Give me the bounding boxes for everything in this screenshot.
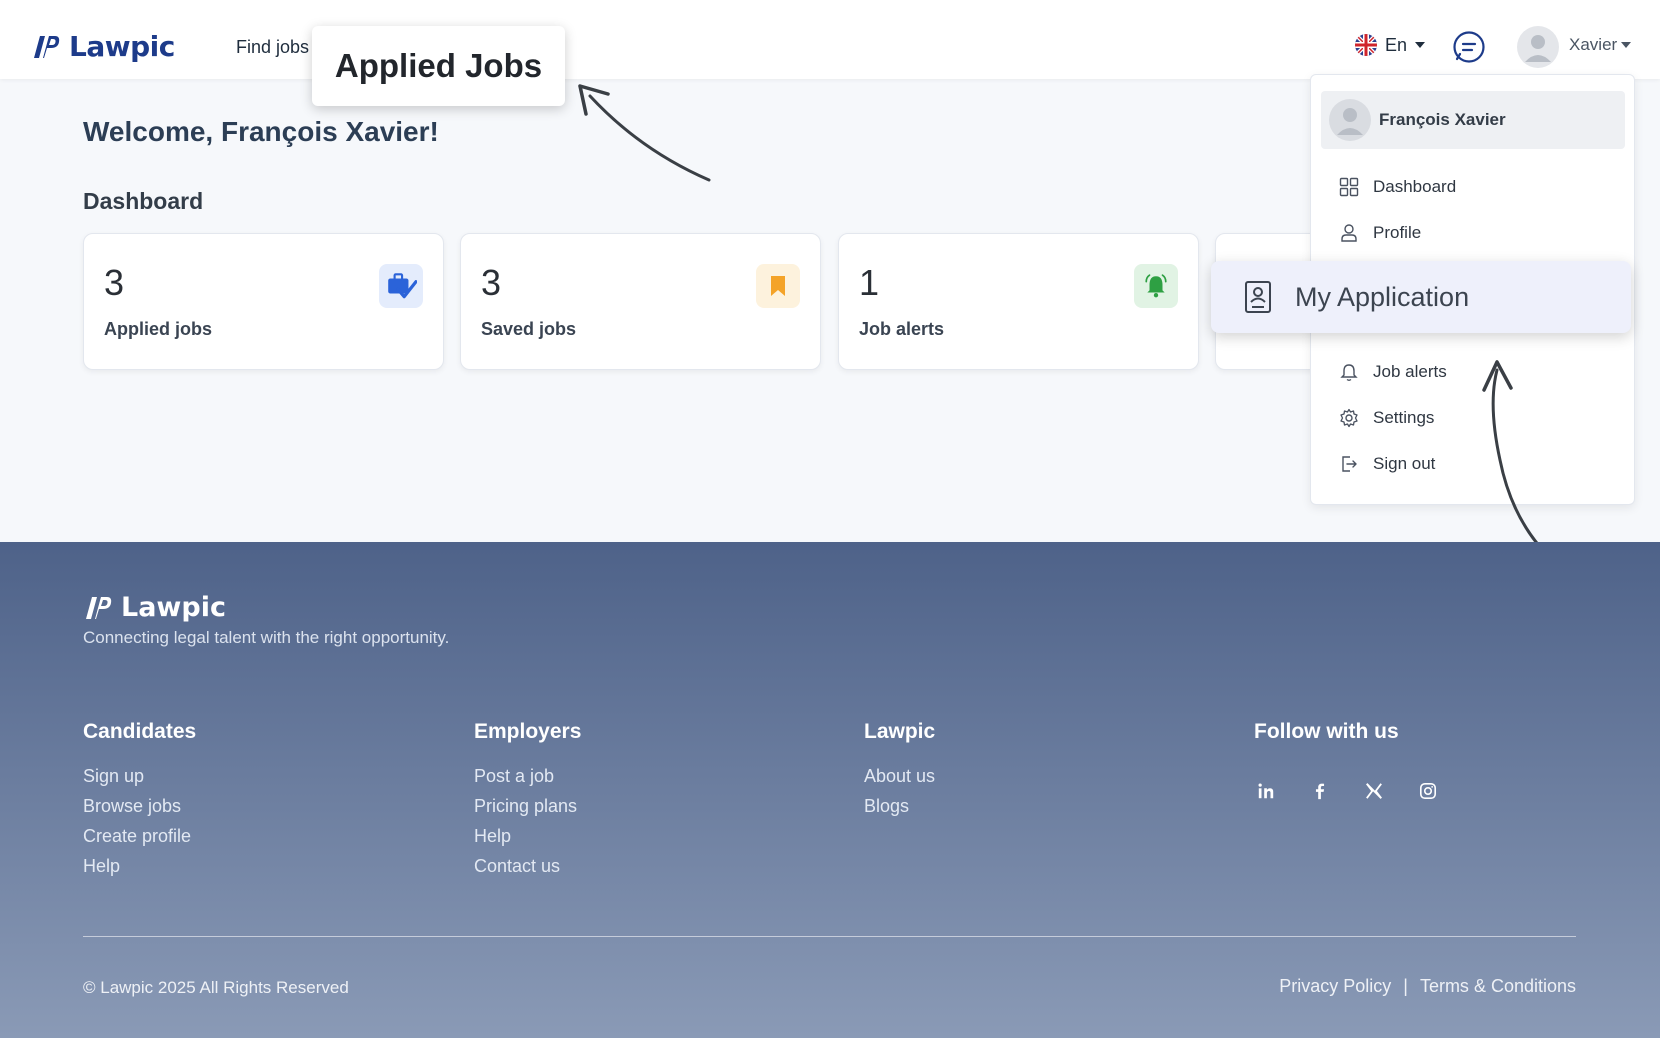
dropdown-item-label: Job alerts [1373,362,1447,381]
stat-label: Applied jobs [104,319,212,339]
briefcase-check-icon [379,264,423,308]
footer-link-post-job[interactable]: Post a job [474,766,581,786]
arrow-head-applied-jobs [578,84,610,116]
chat-icon[interactable] [1452,30,1486,64]
footer-tagline: Connecting legal talent with the right o… [83,628,450,647]
application-document-icon [1245,281,1271,313]
footer-link-about-us[interactable]: About us [864,766,935,786]
brand-name: Lawpic [69,30,175,63]
footer-link-blogs[interactable]: Blogs [864,796,935,816]
footer-link-privacy-policy[interactable]: Privacy Policy [1279,976,1391,997]
footer-legal-links: Privacy Policy | Terms & Conditions [1279,976,1576,997]
footer-separator: | [1403,976,1408,996]
lawpic-logo-icon [86,596,112,619]
site-footer: Lawpic Connecting legal talent with the … [0,542,1660,1038]
footer-link-help[interactable]: Help [83,856,196,876]
dropdown-item-label: Profile [1373,223,1422,242]
uk-flag-icon [1355,34,1377,56]
footer-column-title: Employers [474,720,582,743]
footer-divider [83,936,1576,937]
dropdown-item-my-application[interactable]: My Application [1211,261,1631,333]
stat-label: Job alerts [859,319,945,339]
footer-column-follow: Follow with us [1254,720,1399,766]
social-links [1254,779,1440,803]
footer-link-sign-up[interactable]: Sign up [83,766,196,786]
stat-value: 3 [104,262,125,303]
dropdown-item-label: Settings [1373,408,1435,427]
x-twitter-icon[interactable] [1362,779,1386,803]
footer-copyright: © Lawpic 2025 All Rights Reserved [83,978,349,997]
arrow-to-applied-jobs [588,94,711,182]
bookmark-icon [756,264,800,308]
highlighted-item-label: My Application [1295,281,1470,312]
bell-icon [1340,364,1358,381]
footer-link-pricing-plans[interactable]: Pricing plans [474,796,581,816]
brand-logo[interactable]: Lawpic [31,30,175,63]
footer-column-employers: Employers Post a job Pricing plans Help … [474,720,581,886]
dropdown-item-settings[interactable]: Settings [1339,408,1434,428]
user-icon [1341,224,1357,242]
user-menu-toggle[interactable]: Xavier [1569,35,1632,55]
footer-column-title: Follow with us [1254,720,1399,743]
language-selector[interactable]: En [1355,34,1426,56]
dropdown-item-label: Dashboard [1373,177,1457,196]
bell-icon [1134,264,1178,308]
footer-link-create-profile[interactable]: Create profile [83,826,196,846]
avatar[interactable] [1517,26,1559,68]
welcome-heading: Welcome, François Xavier! [83,116,439,147]
user-name: Xavier [1569,35,1618,54]
linkedin-icon[interactable] [1254,779,1278,803]
dropdown-item-sign-out[interactable]: Sign out [1339,454,1435,474]
footer-column-lawpic: Lawpic About us Blogs [864,720,935,826]
stat-value: 1 [859,262,880,303]
footer-link-help[interactable]: Help [474,826,581,846]
dropdown-item-job-alerts[interactable]: Job alerts [1339,362,1447,382]
stat-card-job-alerts[interactable]: 1 Job alerts [838,233,1199,370]
dropdown-user-name: François Xavier [1379,110,1506,129]
grid-icon [1339,177,1359,197]
lawpic-logo-icon [34,35,60,58]
sign-out-icon [1342,456,1357,472]
stat-card-saved-jobs[interactable]: 3 Saved jobs [460,233,821,370]
avatar [1329,99,1371,141]
footer-brand-name: Lawpic [121,592,226,623]
dropdown-item-dashboard[interactable]: Dashboard [1339,177,1456,197]
gear-icon [1340,408,1358,428]
nav-find-jobs[interactable]: Find jobs [236,37,309,58]
footer-logo[interactable]: Lawpic [83,592,226,623]
footer-column-title: Lawpic [864,720,936,743]
top-navbar: Lawpic Find jobs En Xavier [0,0,1660,79]
dropdown-user-header: François Xavier [1321,91,1625,149]
language-label: En [1385,34,1408,55]
dropdown-item-label: Sign out [1373,454,1436,473]
stat-value: 3 [481,262,502,303]
dropdown-item-profile[interactable]: Profile [1339,223,1421,243]
footer-column-candidates: Candidates Sign up Browse jobs Create pr… [83,720,196,886]
stat-label: Saved jobs [481,319,577,339]
instagram-icon[interactable] [1416,779,1440,803]
footer-link-browse-jobs[interactable]: Browse jobs [83,796,196,816]
footer-link-terms[interactable]: Terms & Conditions [1420,976,1576,997]
applied-jobs-callout: Applied Jobs [312,26,565,106]
stat-card-applied-jobs[interactable]: 3 Applied jobs [83,233,444,370]
dashboard-title: Dashboard [83,188,204,214]
footer-link-contact-us[interactable]: Contact us [474,856,581,876]
chevron-down-icon [1415,42,1426,48]
footer-column-title: Candidates [83,720,197,743]
chevron-down-icon [1621,42,1632,48]
facebook-icon[interactable] [1308,779,1332,803]
